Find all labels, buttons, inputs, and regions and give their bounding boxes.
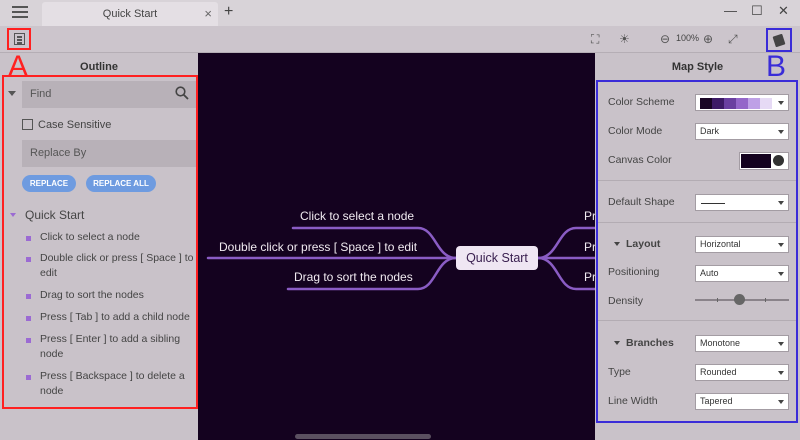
bullet-icon	[26, 294, 31, 299]
color-swatch	[736, 98, 748, 109]
color-swatch	[700, 98, 712, 109]
map-style-panel: Map Style Color Scheme Color Mode Dark C…	[595, 53, 800, 440]
toolbar: ⛶ ☀ ⊖ 100% ⊕ ⤢	[0, 26, 800, 53]
tab-title: Quick Start	[102, 8, 158, 20]
outline-item[interactable]: Click to select a node	[40, 230, 198, 245]
bullet-icon	[26, 257, 31, 262]
color-swatch	[748, 98, 760, 109]
density-label: Density	[608, 295, 644, 307]
palette-icon[interactable]	[773, 155, 784, 166]
bullet-icon	[26, 236, 31, 241]
canvas-color-label: Canvas Color	[608, 154, 672, 166]
layout-label: Layout	[626, 238, 661, 250]
outline-item[interactable]: Press [ Tab ] to add a child node	[40, 310, 198, 325]
outline-item[interactable]: Drag to sort the nodes	[40, 288, 198, 303]
outline-panel: Outline Find Case Sensitive Replace By R…	[0, 53, 198, 440]
close-icon[interactable]: ✕	[778, 3, 789, 19]
map-style-toggle-button[interactable]	[766, 28, 792, 52]
color-swatch	[724, 98, 736, 109]
case-sensitive-checkbox[interactable]	[22, 119, 33, 130]
branches-select[interactable]: Monotone	[695, 335, 789, 352]
zoom-out-icon[interactable]: ⊖	[660, 32, 670, 46]
color-mode-select[interactable]: Dark	[695, 123, 789, 140]
outline-item[interactable]: Double click or press [ Space ] to edit	[40, 251, 198, 281]
branches-collapse-icon[interactable]	[614, 341, 620, 345]
positioning-label: Positioning	[608, 266, 660, 278]
color-scheme-label: Color Scheme	[608, 96, 675, 108]
mindmap-node[interactable]: Pr	[584, 240, 595, 254]
palette-book-icon	[772, 33, 786, 48]
divider	[598, 222, 796, 223]
default-shape-label: Default Shape	[608, 196, 675, 208]
maximize-icon[interactable]: ☐	[751, 3, 763, 19]
find-input[interactable]: Find	[22, 81, 196, 108]
line-shape-icon	[701, 203, 725, 204]
theme-brightness-icon[interactable]: ☀	[619, 32, 630, 46]
fit-view-icon[interactable]: ⛶	[591, 32, 599, 47]
outline-item[interactable]: Press [ Enter ] to add a sibling node	[40, 332, 198, 362]
outline-highlight-box: Find Case Sensitive Replace By REPLACE R…	[2, 75, 198, 409]
replace-placeholder: Replace By	[30, 147, 87, 159]
color-scheme-select[interactable]	[695, 94, 789, 111]
hamburger-menu-icon[interactable]	[12, 6, 28, 18]
zoom-level: 100%	[676, 33, 700, 43]
replace-button[interactable]: REPLACE	[22, 175, 76, 192]
layout-select[interactable]: Horizontal	[695, 236, 789, 253]
marker-a: A	[8, 50, 29, 83]
map-style-highlight-box: Color Scheme Color Mode Dark Canvas Colo…	[596, 80, 798, 423]
replace-all-button[interactable]: REPLACE ALL	[86, 175, 156, 192]
mindmap-node[interactable]: Drag to sort the nodes	[294, 270, 413, 284]
mindmap-root-node[interactable]: Quick Start	[456, 246, 538, 270]
outline-item[interactable]: Press [ Backspace ] to delete a node	[40, 369, 198, 399]
density-slider[interactable]	[695, 293, 789, 307]
tab-quick-start[interactable]: Quick Start ×	[42, 2, 218, 26]
outline-toggle-button[interactable]	[7, 28, 31, 50]
root-collapse-icon[interactable]	[10, 213, 16, 217]
line-width-label: Line Width	[608, 395, 658, 407]
canvas-color-chip	[741, 154, 771, 168]
zoom-in-icon[interactable]: ⊕	[703, 32, 713, 46]
bullet-icon	[26, 375, 31, 380]
minimize-icon[interactable]: —	[724, 3, 737, 18]
divider	[598, 180, 796, 181]
positioning-select[interactable]: Auto	[695, 265, 789, 282]
divider	[598, 320, 796, 321]
color-mode-label: Color Mode	[608, 125, 663, 137]
bullet-icon	[26, 338, 31, 343]
outline-title: Outline	[80, 61, 118, 73]
slider-thumb[interactable]	[733, 294, 745, 305]
branches-label: Branches	[626, 337, 674, 349]
tab-close-icon[interactable]: ×	[204, 6, 212, 21]
find-placeholder: Find	[30, 88, 52, 100]
new-tab-icon[interactable]: +	[224, 3, 233, 21]
slider-tick	[765, 298, 766, 302]
search-icon[interactable]	[175, 86, 189, 100]
line-width-select[interactable]: Tapered	[695, 393, 789, 410]
marker-b: B	[766, 50, 787, 83]
color-swatch	[712, 98, 724, 109]
title-bar: Quick Start × + — ☐ ✕	[0, 0, 800, 26]
layout-collapse-icon[interactable]	[614, 242, 620, 246]
type-select[interactable]: Rounded	[695, 364, 789, 381]
mindmap-node[interactable]: Double click or press [ Space ] to edit	[219, 240, 417, 254]
mindmap-canvas[interactable]: Click to select a node Double click or p…	[198, 53, 595, 440]
fullscreen-icon[interactable]: ⤢	[728, 32, 738, 47]
mindmap-node[interactable]: Click to select a node	[300, 209, 414, 223]
case-sensitive-option[interactable]: Case Sensitive	[22, 119, 111, 131]
case-sensitive-label: Case Sensitive	[38, 119, 112, 131]
color-swatch	[760, 98, 772, 109]
outline-root-node[interactable]: Quick Start	[25, 208, 84, 222]
mindmap-node[interactable]: Pr	[584, 209, 595, 223]
type-label: Type	[608, 366, 631, 378]
find-collapse-icon[interactable]	[8, 91, 16, 96]
default-shape-select[interactable]	[695, 194, 789, 211]
slider-tick	[717, 298, 718, 302]
horizontal-scrollbar[interactable]	[295, 434, 431, 439]
outline-list-icon	[14, 33, 25, 45]
mindmap-node[interactable]: Pr	[584, 270, 595, 284]
bullet-icon	[26, 316, 31, 321]
canvas-color-picker[interactable]	[739, 152, 789, 170]
replace-input[interactable]: Replace By	[22, 140, 196, 167]
